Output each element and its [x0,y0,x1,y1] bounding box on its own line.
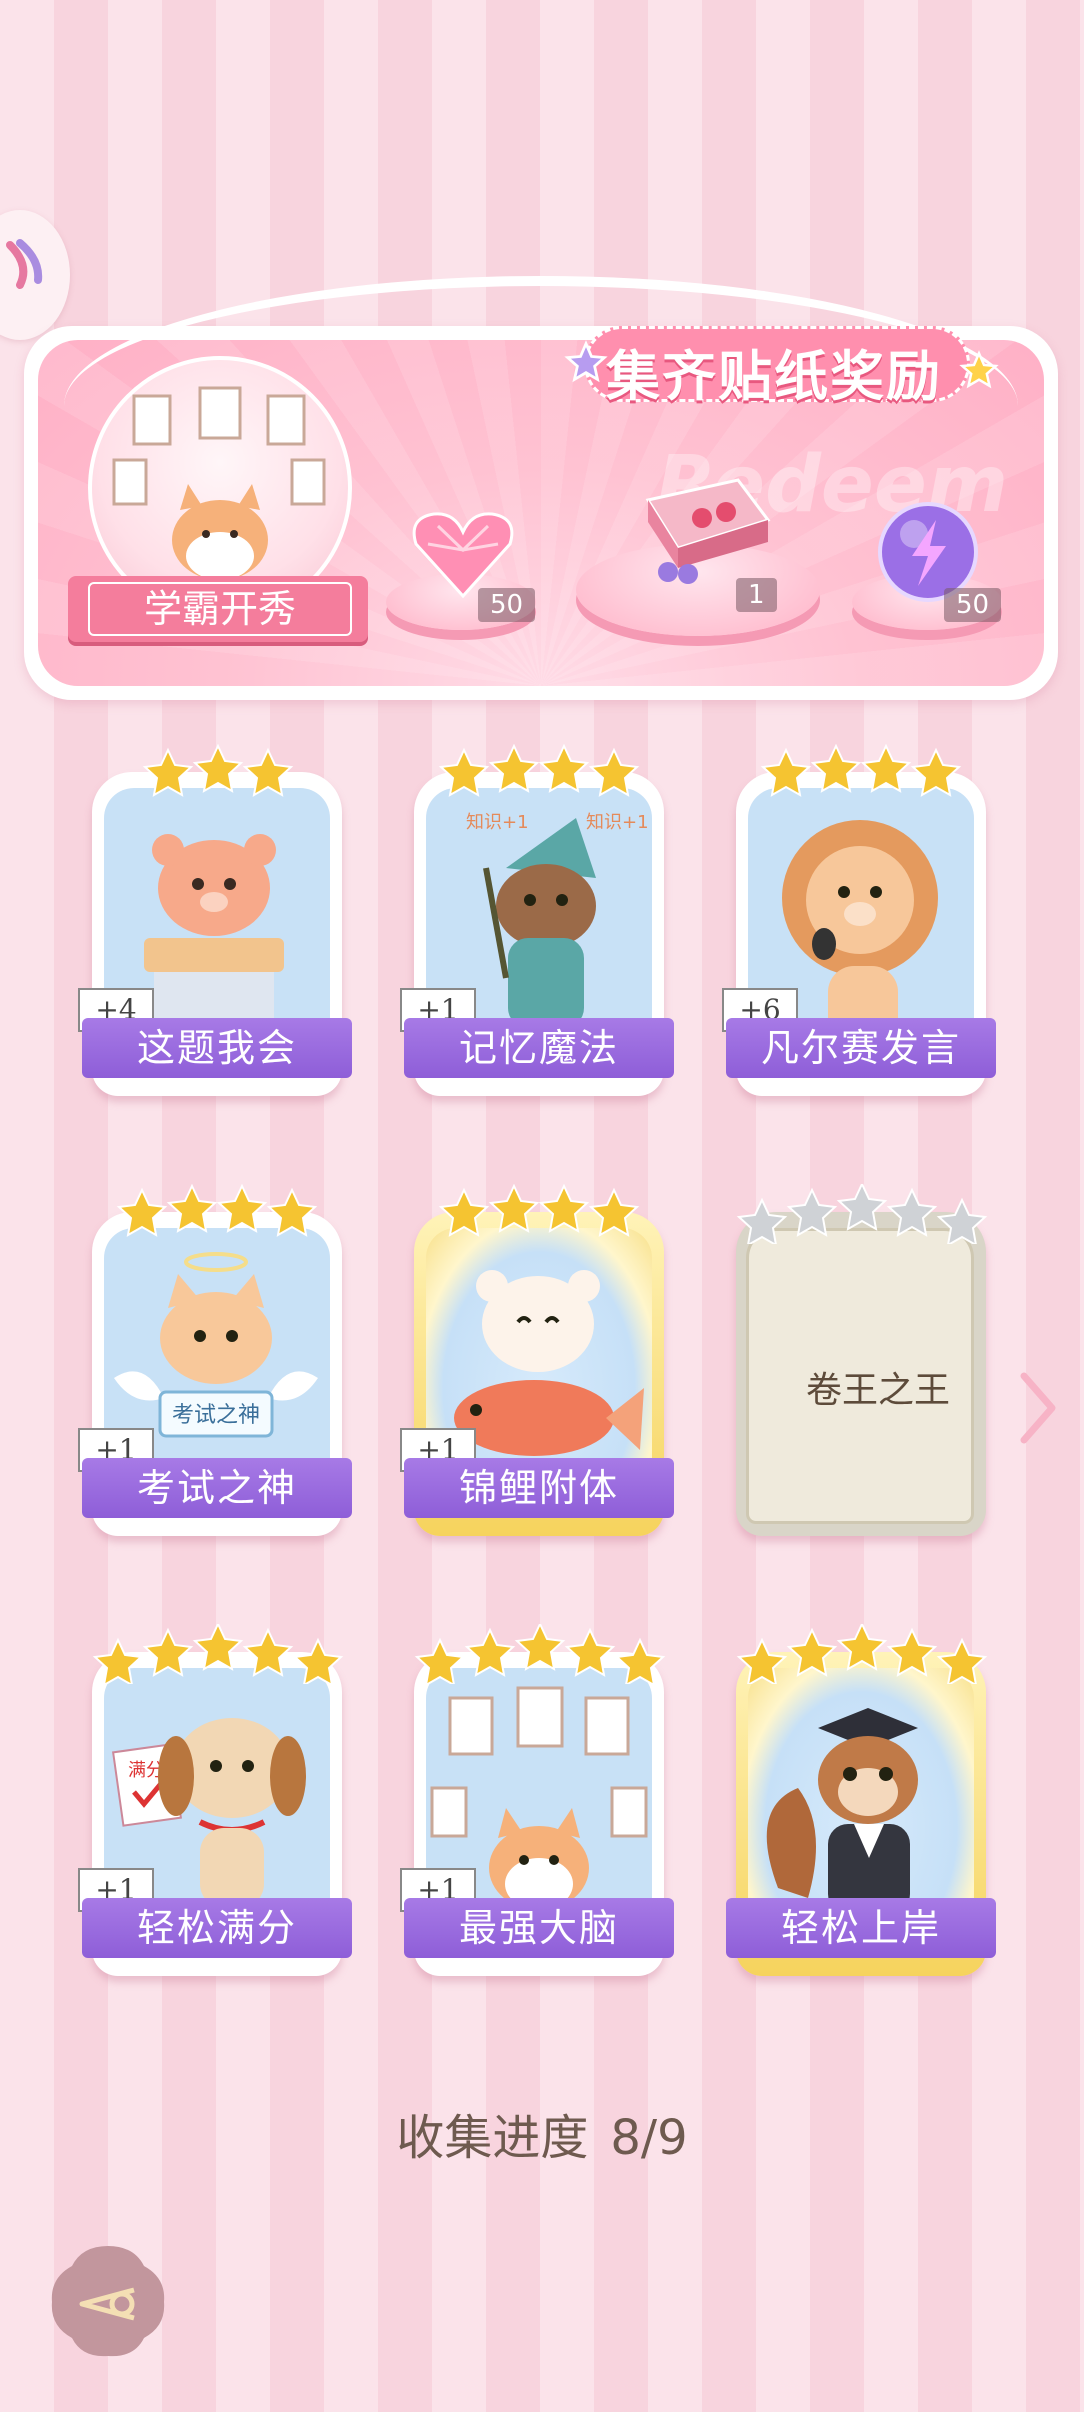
sticker-name: 凡尔赛发言 [726,1018,996,1078]
sticker-card[interactable]: 知识+1 知识+1 +1 记忆魔法 [400,744,674,1104]
exam-god-sign: 考试之神 [172,1403,260,1428]
purple-star-icon [564,340,608,383]
locked-art: 卷王之王 [746,1228,974,1524]
star-rating [736,1184,988,1244]
yellow-star-icon [959,350,999,389]
sticker-card-locked[interactable]: 卷王之王 [732,1184,990,1544]
progress-label: 收集进度 [396,2110,589,2166]
gift-box-icon[interactable] [628,460,778,590]
sticker-card[interactable]: +1 最强大脑 [400,1624,674,1984]
sticker-card[interactable]: +6 凡尔赛发言 [722,744,996,1104]
locked-sticker-name: 卷王之王 [805,1370,950,1411]
star-rating [92,1624,344,1684]
banner-title: 集齐贴纸奖励 [564,320,999,410]
sticker-name: 轻松上岸 [726,1898,996,1958]
sticker-card[interactable]: +1 锦鲤附体 [400,1184,674,1544]
star-rating [438,1184,640,1237]
star-rating [116,1184,318,1237]
sticker-name: 考试之神 [82,1458,352,1518]
sticker-name: 这题我会 [82,1018,352,1078]
reward-qty: 1 [736,578,777,612]
progress-value: 8/9 [610,2110,688,2166]
star-rating [736,1624,988,1684]
sticker-name: 轻松满分 [82,1898,352,1958]
sticker-name: 锦鲤附体 [404,1458,674,1518]
chevron-right-icon[interactable] [1016,1368,1060,1448]
reward-qty: 50 [478,588,536,622]
sticker-name: 记忆魔法 [404,1018,674,1078]
reward-banner: Redeem 集齐贴纸奖励 学霸开秀 50 1 50 [24,276,1058,700]
banner-title-text: 集齐贴纸奖励 [606,345,942,408]
magic-sign: 知识+1 [466,812,529,833]
badge-ribbon: 学霸开秀 [68,576,368,642]
sticker-card[interactable]: 满分 +1 轻松满分 [78,1624,352,1984]
star-rating [142,744,294,797]
star-rating [760,744,962,797]
sticker-card[interactable]: 轻松上岸 [726,1624,996,1984]
scholar-badge[interactable]: 学霸开秀 [68,356,368,656]
back-button[interactable] [48,2242,168,2360]
sticker-name: 最强大脑 [404,1898,674,1958]
star-rating [414,1624,666,1684]
magic-sign: 知识+1 [586,812,649,833]
reward-qty: 50 [944,588,1002,622]
sticker-card[interactable]: 考试之神 +1 考试之神 [78,1184,352,1544]
collection-progress: 收集进度 8/9 [0,2098,1084,2168]
sticker-card[interactable]: +4 这题我会 [78,744,352,1104]
badge-label: 学霸开秀 [88,582,352,636]
star-rating [438,744,640,797]
